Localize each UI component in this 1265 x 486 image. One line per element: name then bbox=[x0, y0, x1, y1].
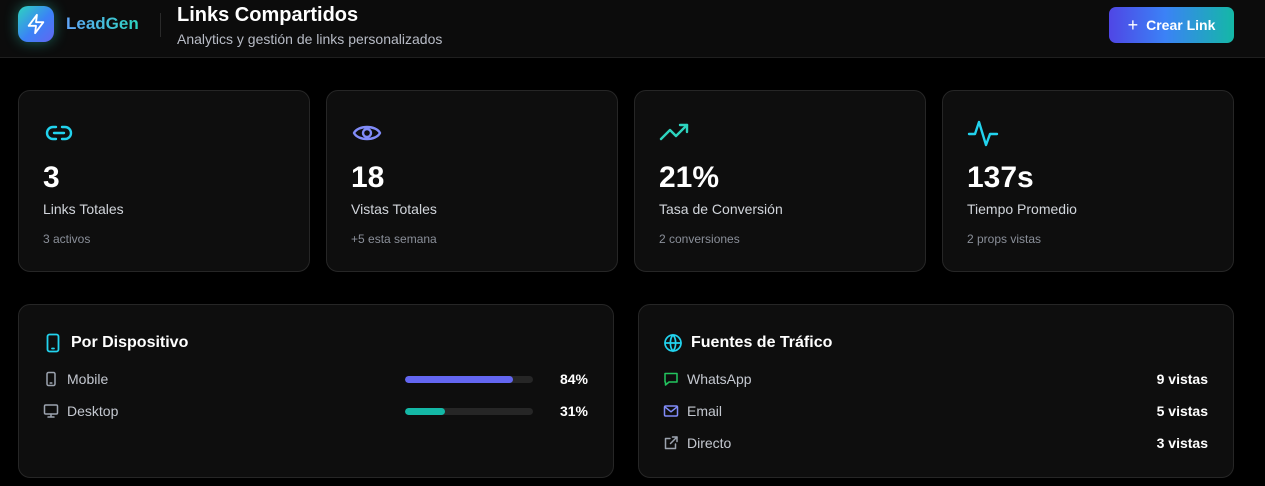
device-row-desktop: Desktop bbox=[43, 403, 118, 419]
stat-card-time: 137s Tiempo Promedio 2 props vistas bbox=[942, 90, 1234, 272]
create-link-button[interactable]: + Crear Link bbox=[1109, 7, 1234, 43]
device-bar-fill bbox=[405, 376, 513, 383]
eye-icon bbox=[352, 125, 382, 141]
traffic-panel-title: Fuentes de Tráfico bbox=[663, 333, 832, 353]
message-icon bbox=[664, 372, 678, 386]
stat-card-links: 3 Links Totales 3 activos bbox=[18, 90, 310, 272]
device-bar-track bbox=[405, 408, 533, 415]
traffic-row-whatsapp: WhatsApp bbox=[663, 371, 752, 387]
stat-value: 137s bbox=[967, 161, 1034, 194]
trending-up-icon bbox=[659, 123, 689, 141]
traffic-label: WhatsApp bbox=[687, 371, 752, 387]
external-link-icon bbox=[664, 436, 678, 450]
page-title: Links Compartidos bbox=[177, 4, 359, 26]
device-bar-track bbox=[405, 376, 533, 383]
stat-card-views: 18 Vistas Totales +5 esta semana bbox=[326, 90, 618, 272]
traffic-label: Email bbox=[687, 403, 723, 419]
header-divider bbox=[160, 13, 161, 37]
plus-icon: + bbox=[1127, 15, 1139, 35]
stat-label: Tasa de Conversión bbox=[659, 201, 783, 217]
logo-badge[interactable] bbox=[18, 6, 54, 42]
top-bar: LeadGen Links Compartidos Analytics y ge… bbox=[0, 0, 1265, 58]
device-label: Mobile bbox=[67, 371, 109, 387]
smartphone-icon bbox=[46, 333, 60, 353]
stat-value: 3 bbox=[43, 161, 60, 194]
monitor-icon bbox=[43, 404, 59, 418]
stat-sub: +5 esta semana bbox=[351, 232, 437, 246]
link-icon bbox=[45, 125, 73, 141]
brand-name[interactable]: LeadGen bbox=[66, 14, 139, 34]
stat-value: 21% bbox=[659, 161, 720, 194]
traffic-title-text: Fuentes de Tráfico bbox=[691, 334, 833, 351]
device-percent: 31% bbox=[559, 403, 588, 419]
traffic-value: 3 vistas bbox=[1156, 435, 1208, 451]
stat-sub: 3 activos bbox=[43, 232, 91, 246]
traffic-panel: Fuentes de Tráfico WhatsApp 9 vistas Ema… bbox=[638, 304, 1234, 478]
devices-title-text: Por Dispositivo bbox=[71, 334, 189, 351]
device-bar-fill bbox=[405, 408, 445, 415]
smartphone-icon bbox=[46, 371, 56, 387]
activity-icon bbox=[967, 120, 999, 147]
stat-card-conversion: 21% Tasa de Conversión 2 conversiones bbox=[634, 90, 926, 272]
stat-label: Vistas Totales bbox=[351, 201, 437, 217]
mail-icon bbox=[663, 405, 679, 417]
stat-sub: 2 conversiones bbox=[659, 232, 740, 246]
traffic-value: 9 vistas bbox=[1156, 371, 1208, 387]
device-percent: 84% bbox=[559, 371, 588, 387]
stat-label: Tiempo Promedio bbox=[967, 201, 1077, 217]
stat-sub: 2 props vistas bbox=[967, 232, 1042, 246]
globe-icon bbox=[664, 333, 682, 353]
devices-panel: Por Dispositivo Mobile 84% Desktop 31% bbox=[18, 304, 614, 478]
lightning-icon bbox=[27, 13, 45, 35]
traffic-row-email: Email bbox=[663, 403, 722, 419]
traffic-label: Directo bbox=[687, 435, 732, 451]
stat-label: Links Totales bbox=[43, 201, 124, 217]
page-subtitle: Analytics y gestión de links personaliza… bbox=[177, 31, 443, 47]
stat-value: 18 bbox=[351, 161, 385, 194]
device-label: Desktop bbox=[67, 403, 119, 419]
traffic-row-direct: Directo bbox=[663, 435, 731, 451]
create-link-label: Crear Link bbox=[1146, 17, 1216, 33]
device-row-mobile: Mobile bbox=[43, 371, 108, 387]
traffic-value: 5 vistas bbox=[1156, 403, 1208, 419]
devices-panel-title: Por Dispositivo bbox=[43, 333, 188, 353]
